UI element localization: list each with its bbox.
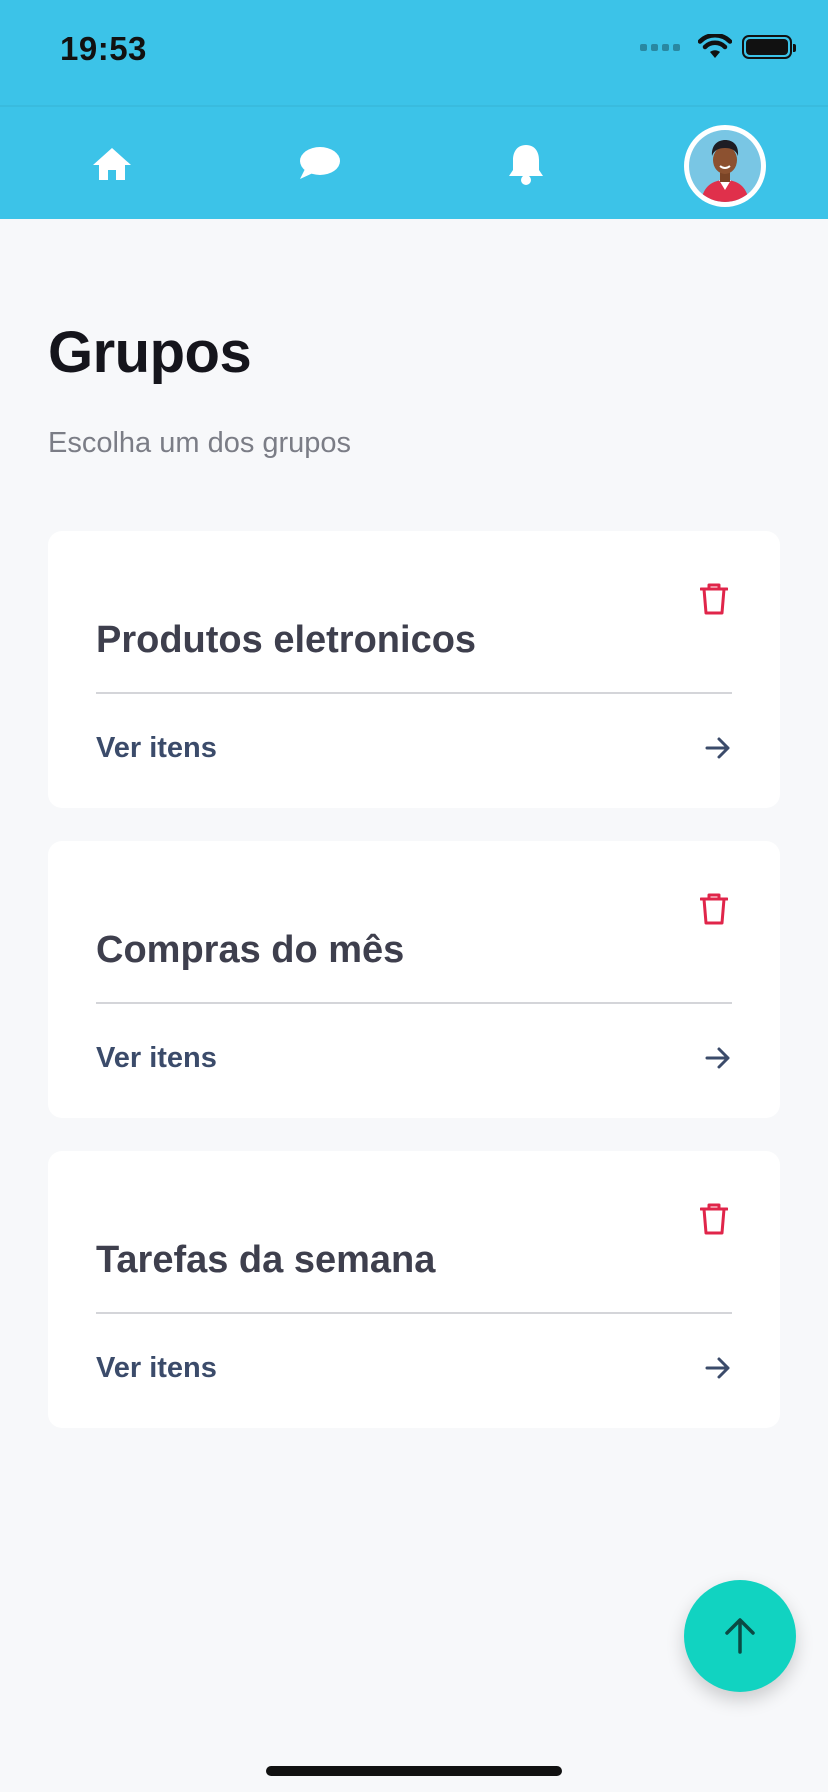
- status-time: 19:53: [60, 30, 147, 67]
- home-icon: [93, 148, 131, 180]
- bell-icon: [509, 145, 543, 185]
- trash-icon: [700, 1203, 728, 1235]
- status-bar: 19:53: [0, 0, 828, 105]
- wifi-icon: [698, 34, 732, 58]
- divider: [96, 1002, 732, 1004]
- group-card: Tarefas da semana Ver itens: [48, 1151, 780, 1428]
- page-subtitle: Escolha um dos grupos: [48, 427, 352, 459]
- battery-icon: [742, 35, 796, 59]
- arrow-right-icon: [705, 1047, 730, 1069]
- view-items-link[interactable]: Ver itens: [96, 1033, 732, 1083]
- cellular-signal-icon: [640, 43, 680, 51]
- divider: [96, 1312, 732, 1314]
- trash-icon: [700, 893, 728, 925]
- divider: [96, 692, 732, 694]
- avatar[interactable]: [684, 125, 766, 207]
- group-card: Produtos eletronicos Ver itens: [48, 531, 780, 808]
- view-items-link[interactable]: Ver itens: [96, 723, 732, 773]
- view-items-link[interactable]: Ver itens: [96, 1343, 732, 1393]
- group-name: Produtos eletronicos: [96, 619, 477, 661]
- status-icons: [640, 34, 796, 60]
- nav-notifications-button[interactable]: [476, 107, 576, 221]
- view-items-label: Ver itens: [96, 1041, 217, 1074]
- top-navigation: [0, 105, 828, 219]
- view-items-label: Ver itens: [96, 1351, 217, 1384]
- trash-icon: [700, 583, 728, 615]
- arrow-right-icon: [705, 1357, 730, 1379]
- delete-group-button[interactable]: [694, 579, 734, 619]
- delete-group-button[interactable]: [694, 1199, 734, 1239]
- home-indicator: [266, 1766, 562, 1776]
- group-name: Compras do mês: [96, 929, 405, 971]
- page-title: Grupos: [48, 320, 252, 385]
- view-items-label: Ver itens: [96, 731, 217, 764]
- delete-group-button[interactable]: [694, 889, 734, 929]
- arrow-up-icon: [725, 1618, 755, 1654]
- nav-chat-button[interactable]: [269, 107, 369, 221]
- arrow-right-icon: [705, 737, 730, 759]
- group-card: Compras do mês Ver itens: [48, 841, 780, 1118]
- scroll-to-top-button[interactable]: [684, 1580, 796, 1692]
- chat-icon: [300, 147, 340, 179]
- avatar-image: [689, 130, 761, 202]
- nav-home-button[interactable]: [62, 107, 162, 221]
- app-header: 19:53: [0, 0, 828, 219]
- group-name: Tarefas da semana: [96, 1239, 436, 1281]
